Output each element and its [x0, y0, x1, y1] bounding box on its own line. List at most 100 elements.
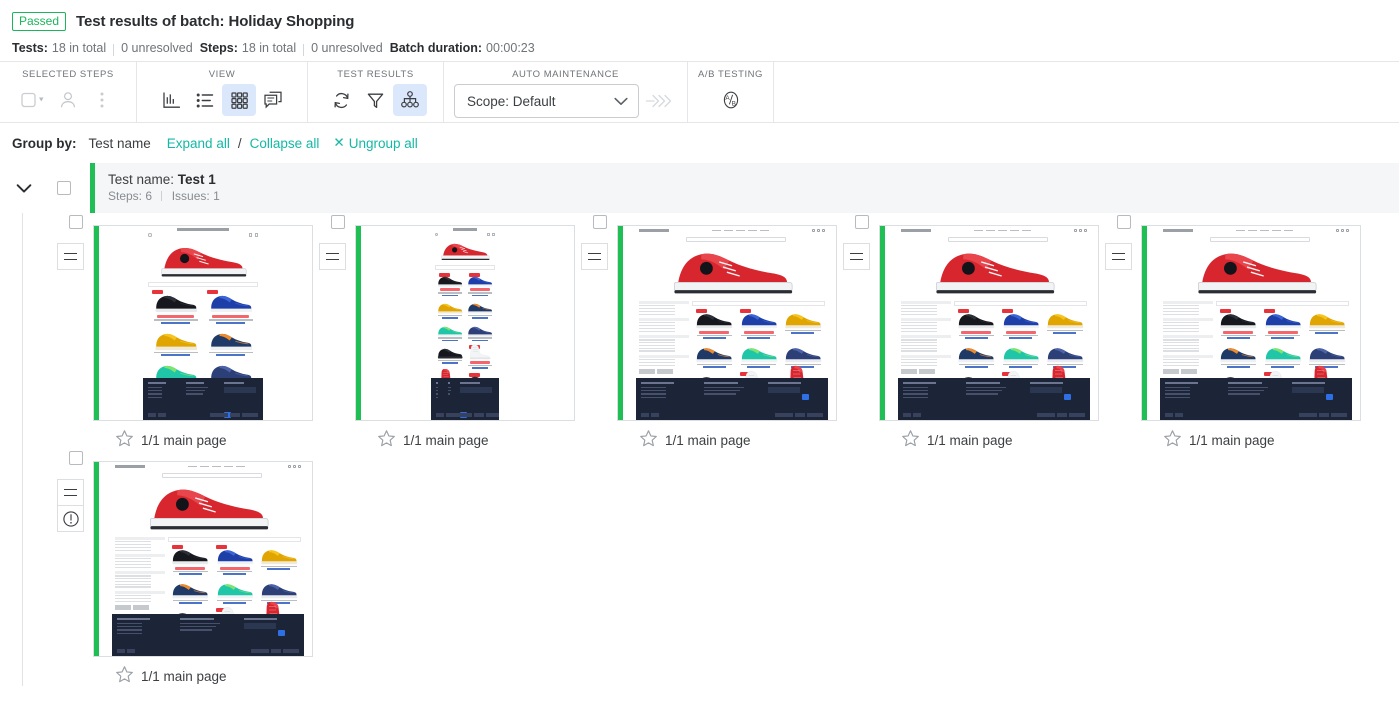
- thumbnail-select-checkbox[interactable]: [593, 215, 607, 229]
- newsletter-input[interactable]: [243, 622, 276, 629]
- newsletter-input[interactable]: [1291, 386, 1324, 393]
- thumbnail-card[interactable]: [355, 225, 575, 421]
- match-equals-badge[interactable]: [319, 243, 346, 270]
- wishlist-icon: [817, 229, 820, 232]
- thumbnail-card[interactable]: [617, 225, 837, 421]
- thumbnail-select-checkbox[interactable]: [1117, 215, 1131, 229]
- newsletter-input[interactable]: [460, 386, 492, 393]
- cart-icon[interactable]: [487, 233, 490, 236]
- social-icons: [641, 413, 659, 417]
- select-all-checkbox-dropdown[interactable]: [17, 84, 51, 116]
- batch-view-button[interactable]: [256, 84, 290, 116]
- grid-view-button[interactable]: [222, 84, 256, 116]
- search-input[interactable]: [685, 237, 786, 242]
- thumbnail-card[interactable]: [1141, 225, 1361, 421]
- newsletter-input[interactable]: [767, 386, 800, 393]
- more-options-icon[interactable]: [85, 84, 119, 116]
- thumbnail-cell-3: 1/1 main page: [581, 215, 870, 451]
- thumbnail-card[interactable]: [93, 225, 313, 421]
- match-equals-badge[interactable]: [57, 479, 84, 506]
- product-tile: [212, 544, 256, 579]
- star-icon[interactable]: [115, 429, 134, 451]
- scope-select[interactable]: Scope: Default: [454, 84, 639, 118]
- filter-heading: [115, 590, 166, 594]
- list-view-button[interactable]: [188, 84, 222, 116]
- thumbnail-grid: 1/1 main page 1/1 main page 1/1 main pag…: [22, 213, 1399, 697]
- wishlist-icon: [293, 465, 296, 468]
- thumbnail-cell-2: 1/1 main page: [319, 215, 608, 451]
- group-collapse-toggle[interactable]: [12, 176, 36, 200]
- product-price: [178, 573, 202, 575]
- filter-icon[interactable]: [359, 84, 393, 116]
- newsletter-row: [767, 386, 823, 405]
- step-status-bar: [618, 226, 623, 420]
- filter-buttons[interactable]: [115, 604, 165, 610]
- newsletter-submit[interactable]: [277, 629, 285, 636]
- expand-all-link[interactable]: Expand all: [167, 136, 230, 151]
- match-equals-badge[interactable]: [843, 243, 870, 270]
- match-equals-badge[interactable]: [1105, 243, 1132, 270]
- product-price: [1009, 337, 1033, 339]
- search-input[interactable]: [1209, 237, 1310, 242]
- ab-testing-icon[interactable]: A B: [714, 84, 748, 116]
- match-equals-badge[interactable]: [581, 243, 608, 270]
- match-equals-badge[interactable]: [57, 243, 84, 270]
- thumbnail-card[interactable]: [93, 461, 313, 657]
- tests-total: 18 in total: [51, 41, 107, 55]
- filter-option: [901, 305, 938, 307]
- cart-icon[interactable]: [248, 233, 252, 237]
- newsletter-input[interactable]: [224, 386, 256, 393]
- account-icon[interactable]: [492, 233, 495, 236]
- search-icon[interactable]: [435, 233, 438, 236]
- search-input[interactable]: [161, 473, 262, 478]
- star-icon[interactable]: [1163, 429, 1182, 451]
- group-hierarchy-icon[interactable]: [392, 84, 427, 116]
- ungroup-all-link[interactable]: ✕ Ungroup all: [333, 135, 417, 151]
- newsletter-input[interactable]: [1029, 386, 1062, 393]
- thumbnail-select-checkbox[interactable]: [331, 215, 345, 229]
- assign-user-icon[interactable]: [51, 84, 85, 116]
- newsletter-submit[interactable]: [1063, 393, 1071, 400]
- thumbnail-caption-text: 1/1 main page: [403, 432, 489, 448]
- product-image: [1305, 309, 1349, 330]
- filter-option: [115, 561, 152, 563]
- product-tile: [212, 579, 256, 608]
- newsletter-row: [243, 622, 299, 641]
- product-price: [161, 321, 190, 324]
- thumbnail-select-checkbox[interactable]: [855, 215, 869, 229]
- star-icon[interactable]: [115, 665, 134, 687]
- search-icon[interactable]: [148, 233, 152, 237]
- footer-link: [448, 389, 451, 392]
- thumbnail-select-checkbox[interactable]: [69, 451, 83, 465]
- filter-buttons[interactable]: [1163, 368, 1213, 374]
- star-icon[interactable]: [901, 429, 920, 451]
- screenshot-preview: [431, 226, 499, 420]
- issue-warning-badge[interactable]: [57, 505, 84, 532]
- footer-heading: [148, 382, 166, 384]
- search-input[interactable]: [947, 237, 1048, 242]
- collapse-all-link[interactable]: Collapse all: [250, 136, 320, 151]
- filter-buttons[interactable]: [901, 368, 951, 374]
- footer-heading: [704, 382, 738, 384]
- thumbnail-select-checkbox[interactable]: [69, 215, 83, 229]
- product-sale-price: [1267, 330, 1298, 334]
- thumbnail-card[interactable]: [879, 225, 1099, 421]
- account-icon[interactable]: [254, 233, 258, 237]
- refresh-icon[interactable]: [325, 84, 359, 116]
- filter-option: [1163, 342, 1200, 344]
- scope-select-value: Scope: Default: [467, 93, 556, 109]
- chart-view-button[interactable]: [154, 84, 188, 116]
- page-footer: [431, 378, 499, 420]
- newsletter-submit[interactable]: [1325, 393, 1333, 400]
- filter-buttons[interactable]: [639, 368, 689, 374]
- footer-column: [117, 618, 172, 641]
- footer-link: [186, 393, 204, 395]
- star-icon[interactable]: [377, 429, 396, 451]
- apply-auto-maintenance-icon[interactable]: [643, 85, 677, 117]
- status-badge: Passed: [12, 11, 67, 31]
- newsletter-submit[interactable]: [801, 393, 809, 400]
- group-select-checkbox[interactable]: [57, 181, 71, 195]
- star-icon[interactable]: [639, 429, 658, 451]
- step-status-bar: [1142, 226, 1147, 420]
- group-banner[interactable]: Test name: Test 1 Steps: 6 Issues: 1: [90, 163, 1399, 213]
